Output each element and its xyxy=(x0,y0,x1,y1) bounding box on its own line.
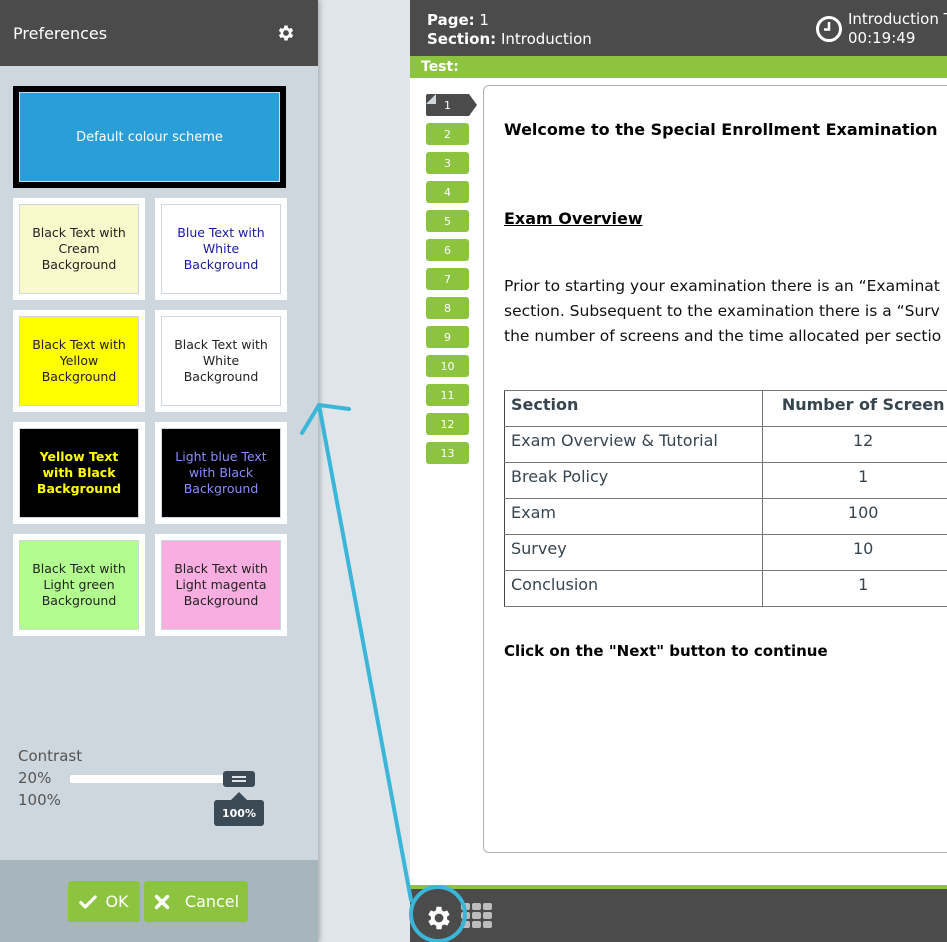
table-row: Exam Overview & Tutorial 12 xyxy=(503,426,947,463)
nav-item-13[interactable]: 13 xyxy=(426,442,469,464)
content-subheading: Exam Overview xyxy=(504,209,643,228)
grid-icon[interactable] xyxy=(461,903,492,928)
scheme-label: Black Text with Light magenta Background xyxy=(161,540,281,630)
timer: Introduction T 00:19:49 xyxy=(815,10,947,48)
nav-item-6[interactable]: 6 xyxy=(426,239,469,261)
table-cell: 100 xyxy=(762,498,947,535)
next-instruction: Click on the "Next" button to continue xyxy=(504,642,828,660)
table-row: Exam 100 xyxy=(503,498,947,535)
table-header: Section xyxy=(503,390,764,427)
preferences-header: Preferences xyxy=(0,0,318,66)
timer-value: 00:19:49 xyxy=(848,29,916,47)
table-cell: Exam xyxy=(503,498,764,535)
scheme-yellow-on-black[interactable]: Yellow Text with Black Background xyxy=(13,422,145,524)
nav-item-4[interactable]: 4 xyxy=(426,181,469,203)
scheme-label: Black Text with Cream Background xyxy=(19,204,139,294)
nav-item-7[interactable]: 7 xyxy=(426,268,469,290)
scheme-label: Blue Text with White Background xyxy=(161,204,281,294)
exam-footer xyxy=(410,885,947,942)
table-cell: Survey xyxy=(503,534,764,571)
page-info: Page: 1 Section: Introduction xyxy=(427,11,592,49)
scheme-light-magenta[interactable]: Black Text with Light magenta Background xyxy=(155,534,287,636)
table-cell: 10 xyxy=(762,534,947,571)
nav-item-11[interactable]: 11 xyxy=(426,384,469,406)
table-row: Survey 10 xyxy=(503,534,947,571)
nav-item-10[interactable]: 10 xyxy=(426,355,469,377)
contrast-label: Contrast xyxy=(18,747,83,765)
table-cell: 1 xyxy=(762,462,947,499)
page-navigation: 1 2 3 4 5 6 7 8 9 10 11 12 13 xyxy=(426,94,480,471)
scheme-label: Black Text with Light green Background xyxy=(19,540,139,630)
paragraph-line: Prior to starting your examination there… xyxy=(504,277,940,295)
screen: Preferences Default colour scheme Black … xyxy=(0,0,947,942)
contrast-slider-handle[interactable] xyxy=(223,771,255,787)
check-icon xyxy=(79,894,98,909)
exam-header: Page: 1 Section: Introduction Introducti… xyxy=(410,0,947,56)
table-cell: 1 xyxy=(762,570,947,607)
preferences-title: Preferences xyxy=(13,23,108,43)
table-row: Break Policy 1 xyxy=(503,462,947,499)
section-value: Introduction xyxy=(500,30,592,48)
contrast-slider-tooltip: 100% xyxy=(214,792,264,826)
scheme-yellow[interactable]: Black Text with Yellow Background xyxy=(13,310,145,412)
timer-title: Introduction T xyxy=(848,10,947,28)
gear-icon[interactable] xyxy=(424,903,454,933)
cancel-button[interactable]: Cancel xyxy=(144,881,248,922)
content-panel: Welcome to the Special Enrollment Examin… xyxy=(483,85,947,853)
nav-item-3[interactable]: 3 xyxy=(426,152,469,174)
scheme-label: Yellow Text with Black Background xyxy=(19,428,139,518)
table-cell: Break Policy xyxy=(503,462,764,499)
nav-item-9[interactable]: 9 xyxy=(426,326,469,348)
cancel-label: Cancel xyxy=(184,892,240,911)
ok-button[interactable]: OK xyxy=(68,881,140,922)
scheme-light-green[interactable]: Black Text with Light green Background xyxy=(13,534,145,636)
scheme-label: Light blue Text with Black Background xyxy=(161,428,281,518)
exam-window: Page: 1 Section: Introduction Introducti… xyxy=(410,0,947,942)
paragraph-line: section. Subsequent to the examination t… xyxy=(504,302,940,320)
page-value: 1 xyxy=(479,11,489,29)
scheme-default-label: Default colour scheme xyxy=(19,92,280,182)
preferences-footer: OK Cancel xyxy=(0,860,318,942)
nav-item-12[interactable]: 12 xyxy=(426,413,469,435)
close-icon xyxy=(154,894,170,909)
annotation-arrow-line xyxy=(317,403,413,902)
scheme-label: Black Text with White Background xyxy=(161,316,281,406)
table-cell: Exam Overview & Tutorial xyxy=(503,426,764,463)
table-cell: Conclusion xyxy=(503,570,764,607)
scheme-blue-on-white[interactable]: Blue Text with White Background xyxy=(155,198,287,300)
nav-item-5[interactable]: 5 xyxy=(426,210,469,232)
content-paragraph: Prior to starting your examination there… xyxy=(504,274,947,349)
gear-icon xyxy=(278,25,294,41)
table-row: Conclusion 1 xyxy=(503,570,947,607)
nav-item-2[interactable]: 2 xyxy=(426,123,469,145)
preferences-panel: Preferences Default colour scheme Black … xyxy=(0,0,318,942)
clock-icon xyxy=(816,16,842,42)
scheme-cream[interactable]: Black Text with Cream Background xyxy=(13,198,145,300)
ok-label: OK xyxy=(105,892,129,911)
nav-item-1[interactable]: 1 xyxy=(426,94,477,116)
nav-item-8[interactable]: 8 xyxy=(426,297,469,319)
sections-table: Section Number of Screen Exam Overview &… xyxy=(503,390,947,607)
table-header: Number of Screen xyxy=(762,390,947,427)
test-bar: Test: xyxy=(410,56,947,78)
timer-text: Introduction T 00:19:49 xyxy=(848,10,947,48)
content-heading: Welcome to the Special Enrollment Examin… xyxy=(504,120,938,139)
contrast-max-label: 100% xyxy=(18,791,61,809)
scheme-lightblue-on-black[interactable]: Light blue Text with Black Background xyxy=(155,422,287,524)
paragraph-line: the number of screens and the time alloc… xyxy=(504,327,942,345)
table-header-row: Section Number of Screen xyxy=(503,390,947,427)
scheme-label: Black Text with Yellow Background xyxy=(19,316,139,406)
scheme-black-on-white[interactable]: Black Text with White Background xyxy=(155,310,287,412)
scheme-default-colour[interactable]: Default colour scheme xyxy=(13,86,286,188)
section-label: Section: xyxy=(427,30,497,48)
page-label: Page: xyxy=(427,11,475,29)
table-cell: 12 xyxy=(762,426,947,463)
